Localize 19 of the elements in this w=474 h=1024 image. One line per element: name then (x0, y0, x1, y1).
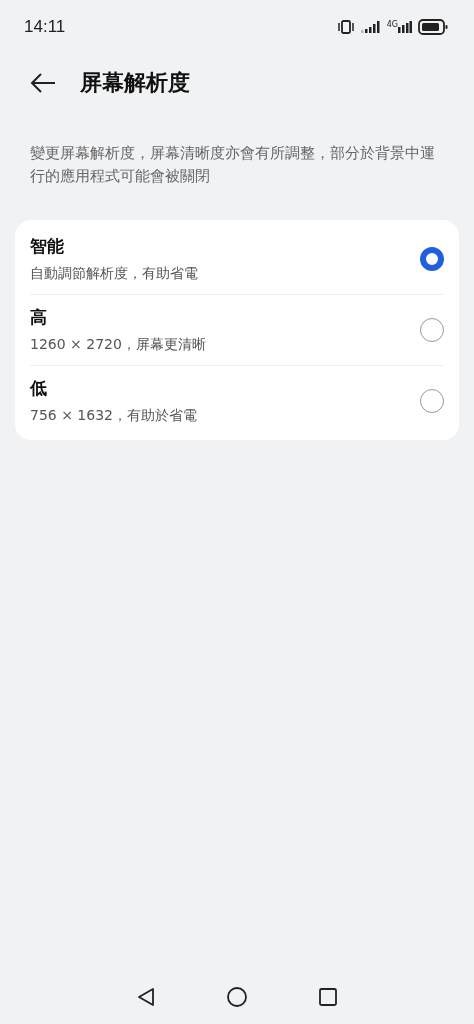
option-label: 高 (30, 306, 48, 329)
option-detail: 756 × 1632，有助於省電 (30, 406, 198, 425)
vibrate-icon (336, 20, 355, 34)
page-title: 屏幕解析度 (80, 69, 190, 97)
description-text: 變更屏幕解析度，屏幕清晰度亦會有所調整，部分於背景中運行的應用程式可能會被關閉 (30, 143, 436, 187)
option-label: 智能 (30, 235, 65, 258)
signal-icon (398, 21, 412, 33)
option-label: 低 (30, 377, 48, 400)
back-button[interactable] (30, 72, 56, 94)
radio-button[interactable] (420, 246, 444, 271)
option-detail: 自動調節解析度，有助省電 (30, 264, 199, 283)
back-nav-button[interactable] (136, 987, 156, 1007)
status-time: 14:11 (24, 17, 66, 37)
network-type-label: 4G (386, 21, 398, 29)
signal-icon (360, 21, 381, 33)
recents-nav-button[interactable] (318, 987, 338, 1007)
home-nav-button[interactable] (226, 986, 248, 1008)
option-detail: 1260 × 2720，屏幕更清晰 (30, 335, 207, 354)
battery-icon (418, 19, 448, 35)
